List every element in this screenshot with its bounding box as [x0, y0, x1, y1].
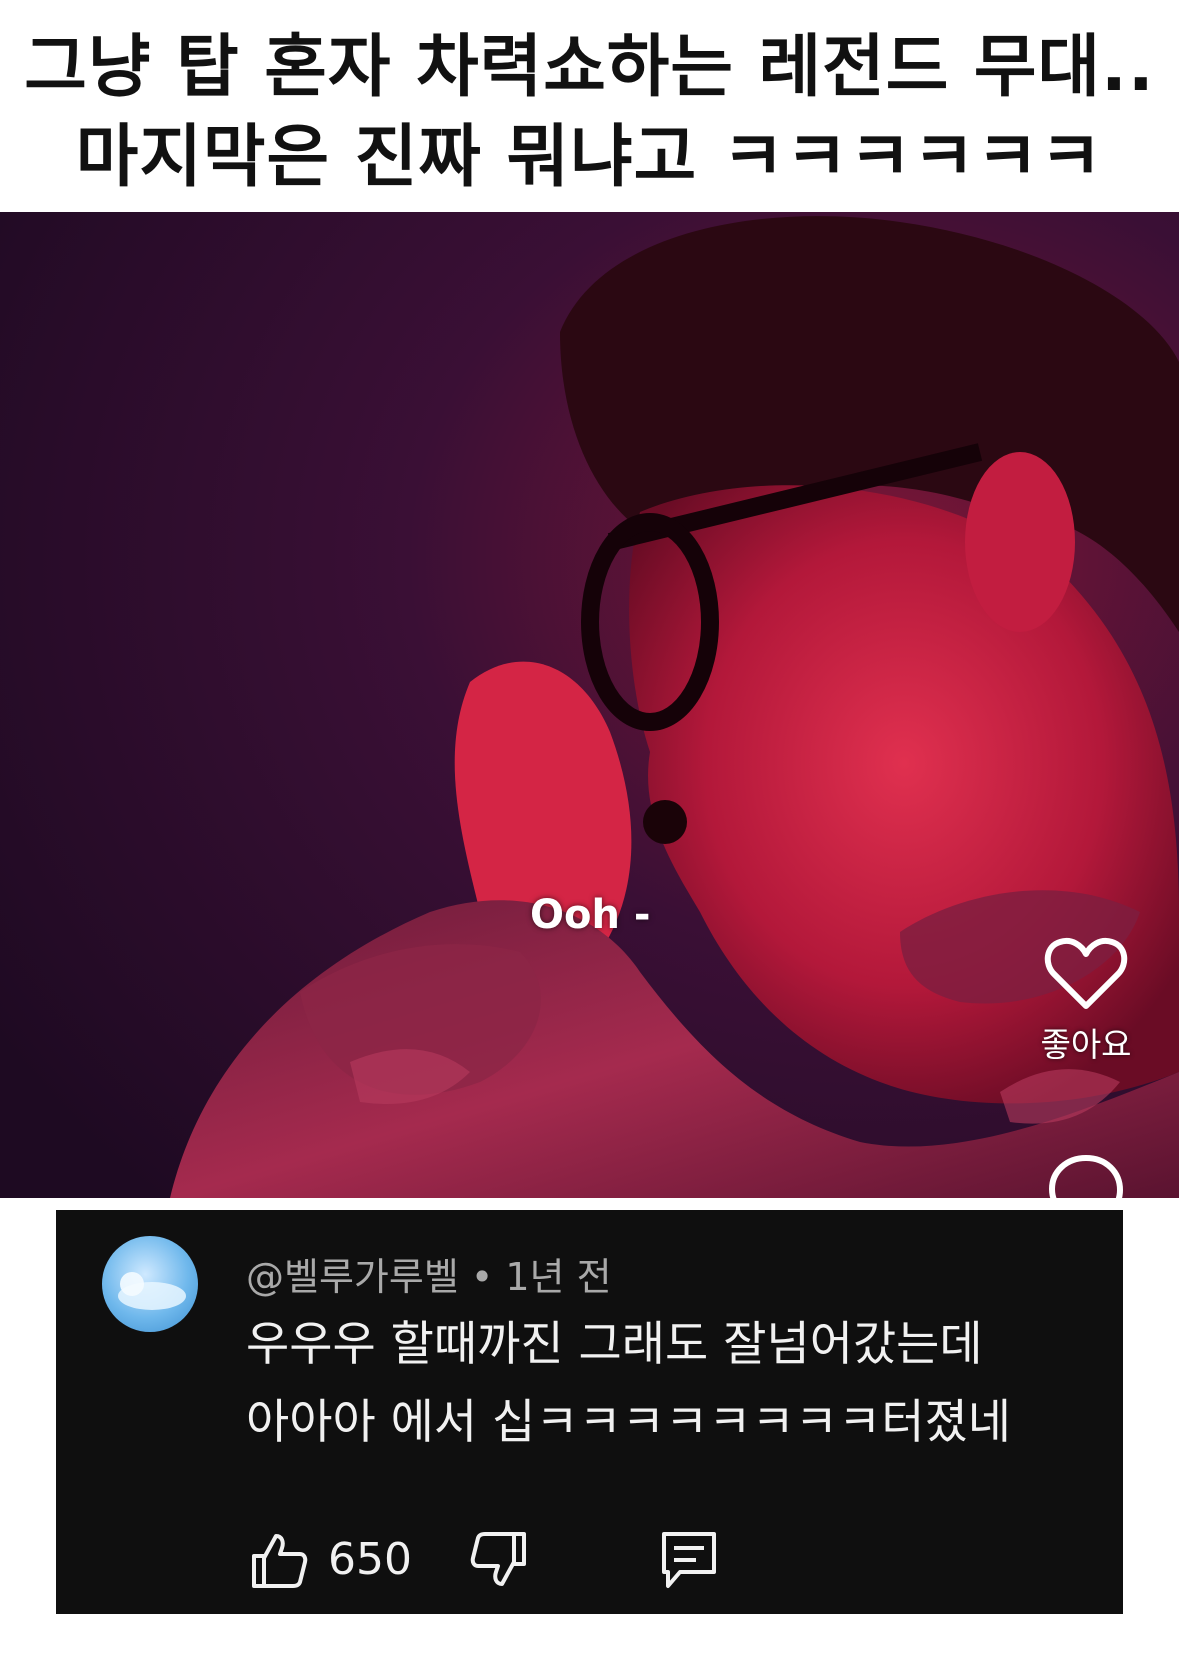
comment-line-2: 아아아 에서 십ㅋㅋㅋㅋㅋㅋㅋㅋ터졌네: [246, 1395, 1011, 1450]
heart-icon: [1044, 938, 1128, 1009]
comment-line-1: 우우우 할때까진 그래도 잘넘어갔는데: [246, 1317, 983, 1372]
thumbs-down-button[interactable]: [468, 1528, 532, 1596]
thumbs-up-icon: [252, 1534, 308, 1588]
comment-handle[interactable]: @벨루가루벨 • 1년 전: [246, 1246, 612, 1301]
video-frame[interactable]: Ooh -: [0, 212, 1179, 1198]
reply-comment-icon: [662, 1532, 716, 1588]
beluga-avatar-image: [118, 1272, 186, 1310]
reply-button[interactable]: [656, 1528, 722, 1596]
like-label: 좋아요: [1040, 1025, 1132, 1064]
bottom-area: [0, 1614, 1179, 1664]
thumbs-down-icon: [470, 1532, 526, 1586]
like-action[interactable]: 좋아요: [1026, 936, 1146, 1066]
avatar[interactable]: [102, 1236, 198, 1332]
video-still: [0, 212, 1179, 1198]
title-line-1: 그냥 탑 혼자 차력쇼하는 레전드 무대..: [24, 28, 1155, 107]
video-caption: Ooh -: [530, 892, 651, 938]
comment-body: 우우우 할때까진 그래도 잘넘어갔는데 아아아 에서 십ㅋㅋㅋㅋㅋㅋㅋㅋ터졌네: [246, 1306, 1106, 1462]
comment-card: @벨루가루벨 • 1년 전 우우우 할때까진 그래도 잘넘어갔는데 아아아 에서…: [56, 1210, 1123, 1614]
title-line-2: 마지막은 진짜 뭐냐고 ㅋㅋㅋㅋㅋㅋ: [75, 118, 1104, 197]
comment-like-count: 650: [328, 1534, 412, 1585]
header: 그냥 탑 혼자 차력쇼하는 레전드 무대.. 마지막은 진짜 뭐냐고 ㅋㅋㅋㅋㅋ…: [0, 0, 1179, 212]
thumbs-up-button[interactable]: [246, 1528, 310, 1596]
